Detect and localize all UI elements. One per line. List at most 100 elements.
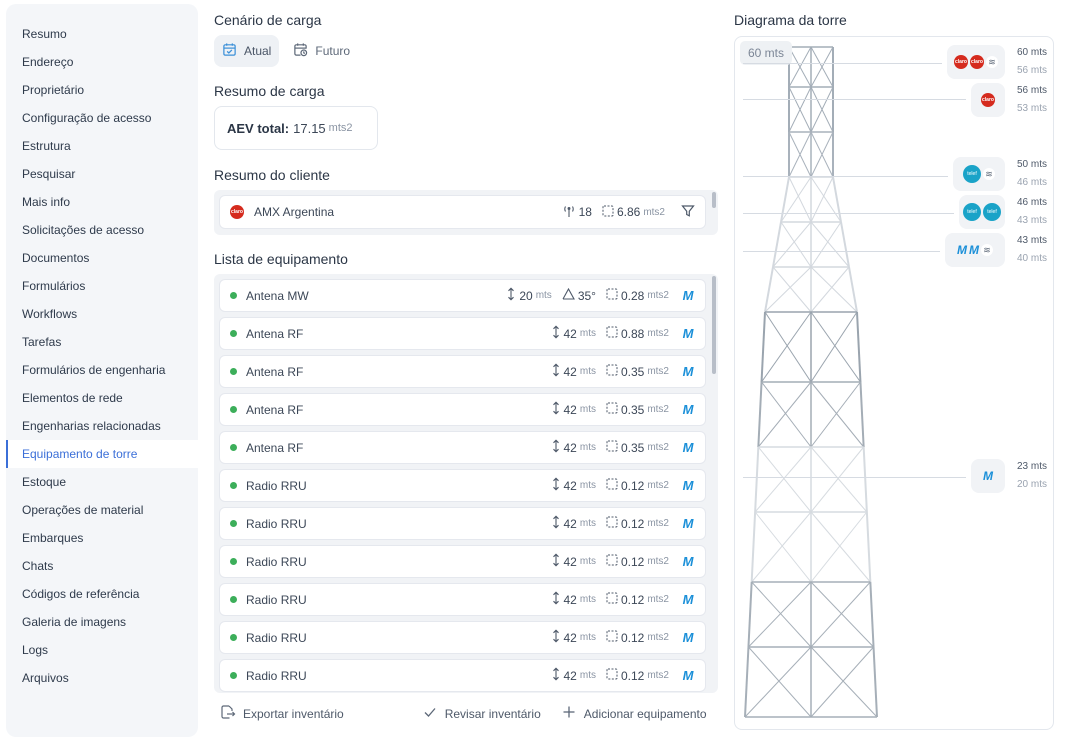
- tower-level-operators[interactable]: telef ≋: [953, 157, 1005, 191]
- sidebar-item-formularios-de-engenharia[interactable]: Formulários de engenharia: [6, 356, 198, 384]
- equipment-row[interactable]: Antena RF 42 mts 0.35 mts2 M: [219, 393, 706, 426]
- movistar-logo-icon: M: [682, 326, 694, 341]
- equipment-name: Radio RRU: [246, 554, 307, 569]
- sidebar-item-resumo[interactable]: Resumo: [6, 20, 198, 48]
- tower-level-operators[interactable]: claro claro ≋: [947, 45, 1005, 79]
- area-value: 0.12: [620, 592, 645, 607]
- layers-icon: ≋: [986, 56, 998, 68]
- sidebar-item-configuracao-de-acesso[interactable]: Configuração de acesso: [6, 104, 198, 132]
- movistar-logo-icon: M: [682, 440, 694, 455]
- sidebar-item-equipamento-de-torre[interactable]: Equipamento de torre: [6, 440, 198, 468]
- equipment-name: Antena RF: [246, 364, 304, 379]
- height-unit: mts: [579, 556, 596, 567]
- height-value: 42: [563, 516, 577, 531]
- equipment-title: Lista de equipamento: [214, 251, 348, 267]
- equipment-row[interactable]: Antena RF 42 mts 0.88 mts2 M: [219, 317, 706, 350]
- height-value: 42: [563, 440, 577, 455]
- sidebar-item-logs[interactable]: Logs: [6, 636, 198, 664]
- sidebar-item-arquivos[interactable]: Arquivos: [6, 664, 198, 692]
- tower-level-operators[interactable]: claro: [971, 83, 1005, 117]
- client-area: 6.86 mts2: [602, 205, 665, 220]
- height-unit: mts: [579, 366, 596, 377]
- sidebar-item-chats[interactable]: Chats: [6, 552, 198, 580]
- sidebar-item-codigos-de-referencia[interactable]: Códigos de referência: [6, 580, 198, 608]
- sidebar-item-elementos-de-rede[interactable]: Elementos de rede: [6, 384, 198, 412]
- scenario-futuro-button[interactable]: Futuro: [285, 35, 358, 67]
- height-value: 42: [563, 402, 577, 417]
- filter-icon[interactable]: [681, 204, 695, 221]
- equipment-row[interactable]: Radio RRU 42 mts 0.12 mts2 M: [219, 545, 706, 578]
- area-value: 0.12: [620, 478, 645, 493]
- status-dot: [230, 444, 237, 451]
- area-unit: mts2: [647, 366, 669, 377]
- inventory-actions: Exportar inventário Revisar inventário A…: [220, 704, 720, 723]
- equipment-row[interactable]: Radio RRU 42 mts 0.12 mts2 M: [219, 659, 706, 692]
- area-unit: mts2: [647, 290, 669, 301]
- sidebar-item-engenharias-relacionadas[interactable]: Engenharias relacionadas: [6, 412, 198, 440]
- sidebar-item-estrutura[interactable]: Estrutura: [6, 132, 198, 160]
- equipment-row[interactable]: Radio RRU 42 mts 0.12 mts2 M: [219, 469, 706, 502]
- status-dot: [230, 406, 237, 413]
- sidebar-item-solicitacoes-de-acesso[interactable]: Solicitações de acesso: [6, 216, 198, 244]
- height-icon: [551, 439, 561, 456]
- area-value: 0.35: [620, 402, 645, 417]
- area-value: 0.12: [620, 630, 645, 645]
- tower-level-operators[interactable]: telef telef: [959, 195, 1005, 229]
- equipment-name: Radio RRU: [246, 668, 307, 683]
- tower-level-operators[interactable]: M: [971, 459, 1005, 493]
- movistar-logo-icon: M: [682, 402, 694, 417]
- equipment-height: 42 mts: [551, 477, 596, 494]
- equipment-list: Antena MW 20 mts 35° 0.28 mts2 M Antena RF 42 mts…: [214, 274, 718, 693]
- sidebar-item-embarques[interactable]: Embarques: [6, 524, 198, 552]
- load-summary-title: Resumo de carga: [214, 83, 325, 99]
- sidebar-item-endereco[interactable]: Endereço: [6, 48, 198, 76]
- sidebar-item-operacoes-de-material[interactable]: Operações de material: [6, 496, 198, 524]
- scenario-atual-button[interactable]: Atual: [214, 35, 280, 67]
- equipment-height: 42 mts: [551, 515, 596, 532]
- area-unit: mts2: [647, 442, 669, 453]
- equipment-row[interactable]: Antena MW 20 mts 35° 0.28 mts2 M: [219, 279, 706, 312]
- area-unit: mts2: [647, 328, 669, 339]
- sidebar-item-workflows[interactable]: Workflows: [6, 300, 198, 328]
- equipment-row[interactable]: Radio RRU 42 mts 0.12 mts2 M: [219, 507, 706, 540]
- height-unit: mts: [579, 404, 596, 415]
- equipment-height: 42 mts: [551, 591, 596, 608]
- antenna-count-value: 18: [578, 205, 592, 219]
- equipment-row[interactable]: Antena RF 42 mts 0.35 mts2 M: [219, 355, 706, 388]
- equipment-name: Radio RRU: [246, 592, 307, 607]
- sidebar-item-tarefas[interactable]: Tarefas: [6, 328, 198, 356]
- export-inventory-button[interactable]: Exportar inventário: [220, 704, 344, 723]
- review-inventory-label: Revisar inventário: [444, 706, 541, 721]
- movistar-logo-icon: M: [682, 364, 694, 379]
- sidebar-item-formularios[interactable]: Formulários: [6, 272, 198, 300]
- sidebar-item-mais-info[interactable]: Mais info: [6, 188, 198, 216]
- review-inventory-button[interactable]: Revisar inventário: [422, 704, 541, 723]
- sidebar-item-documentos[interactable]: Documentos: [6, 244, 198, 272]
- sidebar-item-galeria-de-imagens[interactable]: Galeria de imagens: [6, 608, 198, 636]
- sidebar-item-proprietario[interactable]: Proprietário: [6, 76, 198, 104]
- telefonica-logo-icon: telef: [963, 165, 981, 183]
- sidebar-item-pesquisar[interactable]: Pesquisar: [6, 160, 198, 188]
- aev-label: AEV total:: [227, 120, 290, 136]
- tower-level-operators[interactable]: M M ≋: [945, 233, 1005, 267]
- equipment-height: 42 mts: [551, 325, 596, 342]
- equipment-name: Radio RRU: [246, 630, 307, 645]
- equipment-area: 0.12 mts2: [606, 630, 669, 645]
- sidebar-item-estoque[interactable]: Estoque: [6, 468, 198, 496]
- equipment-area: 0.35 mts2: [606, 402, 669, 417]
- equipment-scrollbar[interactable]: [712, 276, 716, 374]
- area-value: 0.28: [620, 288, 645, 303]
- height-icon: [551, 667, 561, 684]
- add-equipment-button[interactable]: Adicionar equipamento: [561, 704, 707, 723]
- equipment-row[interactable]: Radio RRU 42 mts 0.12 mts2 M: [219, 583, 706, 616]
- client-row[interactable]: claro AMX Argentina 18 6.86 mts2: [219, 195, 706, 229]
- status-dot: [230, 482, 237, 489]
- level-bottom-height: 46 mts: [1016, 177, 1047, 188]
- client-scrollbar[interactable]: [712, 192, 716, 208]
- equipment-row[interactable]: Antena RF 42 mts 0.35 mts2 M: [219, 431, 706, 464]
- area-icon: [606, 630, 618, 645]
- equipment-row[interactable]: Radio RRU 42 mts 0.12 mts2 M: [219, 621, 706, 654]
- aev-unit: mts2: [328, 122, 353, 134]
- area-unit: mts2: [647, 594, 669, 605]
- area-icon: [606, 288, 618, 303]
